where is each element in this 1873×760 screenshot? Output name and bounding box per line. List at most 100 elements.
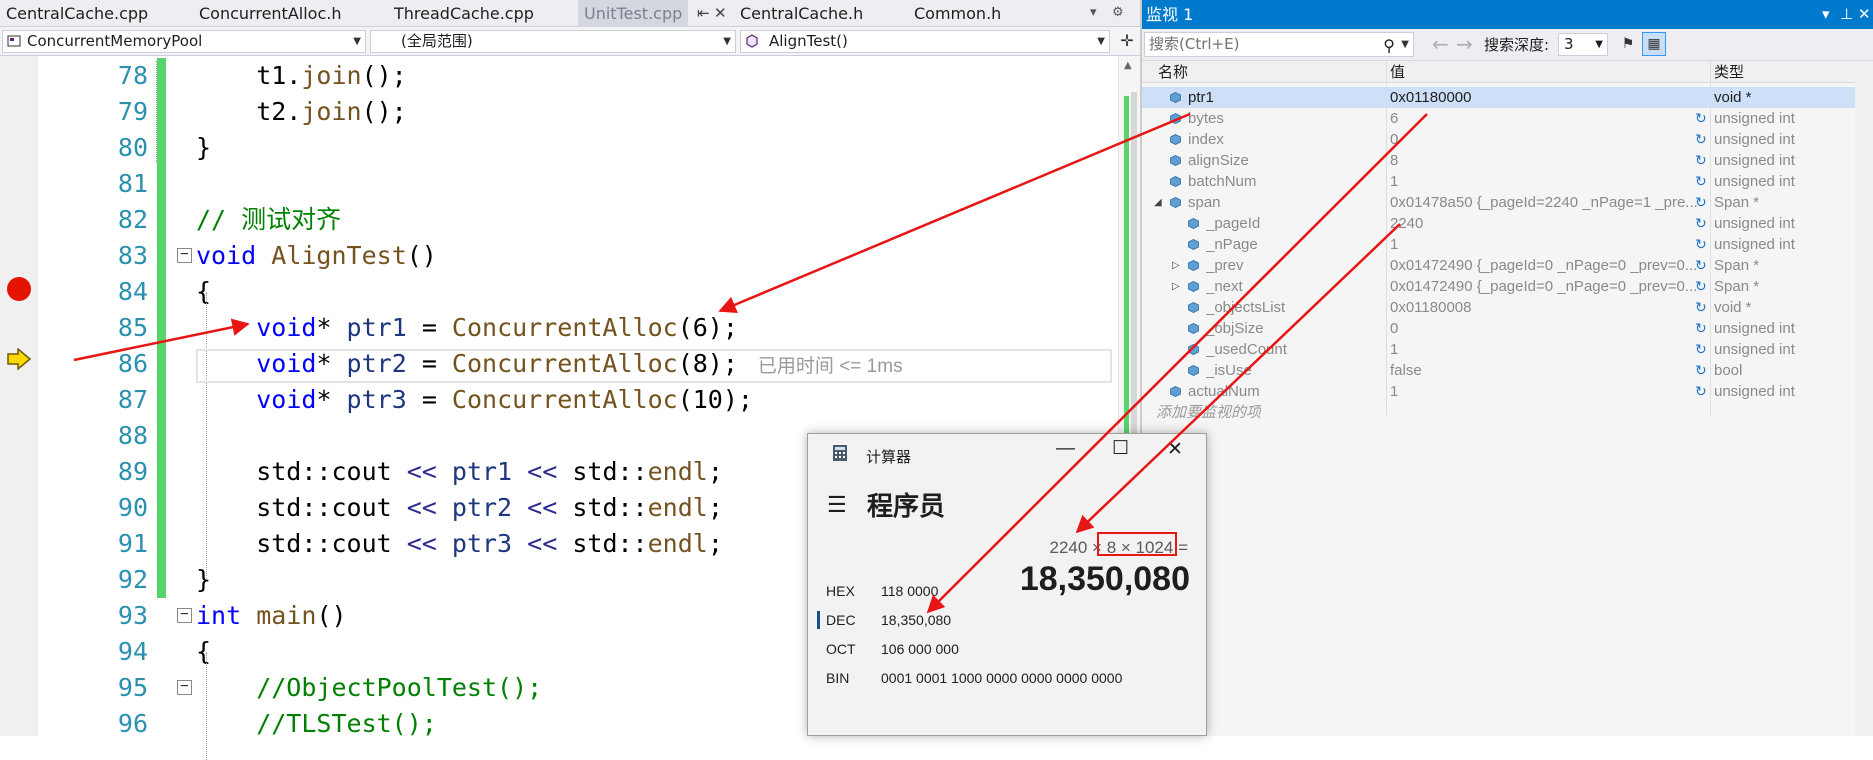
breakpoint-icon[interactable] (6, 276, 32, 302)
watch-row[interactable]: actualNum 1 ↻ unsigned int (1142, 381, 1855, 402)
refresh-icon[interactable]: ↻ (1695, 213, 1707, 234)
tab-threadcache-cpp[interactable]: ThreadCache.cpp (394, 0, 534, 27)
refresh-icon[interactable]: ↻ (1695, 297, 1707, 318)
watch-row[interactable]: ptr1 0x01180000 void * (1142, 87, 1855, 108)
watch-row-value[interactable]: 2240 (1390, 213, 1712, 234)
collapse-toggle-icon[interactable]: − (177, 247, 192, 263)
watch-row[interactable]: batchNum 1 ↻ unsigned int (1142, 171, 1855, 192)
window-menu-icon[interactable]: ▾ (1822, 0, 1830, 29)
watch-row-value[interactable]: 6 (1390, 108, 1712, 129)
pin-icon[interactable]: ⊥ (1840, 0, 1853, 29)
collapse-toggle-icon[interactable]: − (177, 607, 192, 623)
watch-row-value[interactable]: 0x01180008 (1390, 297, 1712, 318)
split-window-icon[interactable]: ✛ (1116, 30, 1138, 53)
refresh-icon[interactable]: ↻ (1695, 360, 1707, 381)
chevron-down-icon[interactable]: ▼ (1401, 33, 1409, 56)
code-line[interactable]: 78 t1.join(); (38, 58, 1118, 94)
breakpoint-gutter[interactable] (0, 56, 38, 736)
refresh-icon[interactable]: ↻ (1695, 192, 1707, 213)
close-tab-icon[interactable]: ✕ (714, 0, 727, 27)
code-line[interactable]: 82 // 测试对齐 (38, 202, 1118, 238)
watch-row[interactable]: _objSize 0 ↻ unsigned int (1142, 318, 1855, 339)
scroll-up-icon[interactable]: ▲ (1124, 60, 1132, 71)
code-line[interactable]: 85 void* ptr1 = ConcurrentAlloc(6); (38, 310, 1118, 346)
refresh-icon[interactable]: ↻ (1695, 108, 1707, 129)
watch-row[interactable]: ◢ span 0x01478a50 {_pageId=2240 _nPage=1 _… (1142, 192, 1855, 213)
project-dropdown[interactable]: ConcurrentMemoryPool ▼ (2, 30, 366, 53)
scroll-thumb[interactable] (1131, 92, 1137, 472)
watch-row[interactable]: ▷ _prev 0x01472490 {_pageId=0 _nPage=0 _pr… (1142, 255, 1855, 276)
hamburger-menu-icon[interactable]: ☰ (827, 492, 847, 518)
search-depth-dropdown[interactable]: 3 ▼ (1558, 33, 1608, 56)
search-next-icon[interactable]: → (1456, 32, 1473, 56)
watch-row-value[interactable]: 0 (1390, 318, 1712, 339)
refresh-icon[interactable]: ↻ (1695, 276, 1707, 297)
minimize-icon[interactable]: — (1056, 438, 1075, 460)
watch-row-value[interactable]: 1 (1390, 339, 1712, 360)
watch-row-value[interactable]: 0 (1390, 129, 1712, 150)
radix-row-bin[interactable]: BIN 0001 0001 1000 0000 0000 0000 0000 (826, 666, 1196, 690)
watch-row-value[interactable]: false (1390, 360, 1712, 381)
code-line[interactable]: 81 (38, 166, 1118, 202)
pin-source-icon[interactable]: ⚑ (1616, 32, 1640, 56)
watch-row-value[interactable]: 1 (1390, 381, 1712, 402)
watch-row-value[interactable]: 0x01472490 {_pageId=0 _nPage=0 _prev=0..… (1390, 276, 1712, 297)
collapse-toggle-icon[interactable]: − (177, 679, 192, 695)
watch-row[interactable]: bytes 6 ↻ unsigned int (1142, 108, 1855, 129)
watch-row-value[interactable]: 0x01180000 (1390, 87, 1712, 108)
member-dropdown[interactable]: AlignTest() ▼ (740, 30, 1110, 53)
tab-unittest-cpp[interactable]: UnitTest.cpp (578, 0, 689, 27)
refresh-icon[interactable]: ↻ (1695, 150, 1707, 171)
view-in-table-icon[interactable]: ▦ (1642, 32, 1666, 56)
column-type-header[interactable]: 类型 (1714, 61, 1744, 83)
watch-row[interactable]: _objectsList 0x01180008 ↻ void * (1142, 297, 1855, 318)
collapse-arrow-icon[interactable]: ◢ (1154, 192, 1162, 213)
watch-row[interactable]: index 0 ↻ unsigned int (1142, 129, 1855, 150)
code-line[interactable]: 80} (38, 130, 1118, 166)
refresh-icon[interactable]: ↻ (1695, 381, 1707, 402)
tab-centralcache-cpp[interactable]: CentralCache.cpp (6, 0, 148, 27)
maximize-icon[interactable]: ☐ (1112, 437, 1129, 460)
watch-row[interactable]: _pageId 2240 ↻ unsigned int (1142, 213, 1855, 234)
watch-row-value[interactable]: 1 (1390, 171, 1712, 192)
refresh-icon[interactable]: ↻ (1695, 255, 1707, 276)
radix-row-oct[interactable]: OCT 106 000 000 (826, 637, 1196, 661)
expand-arrow-icon[interactable]: ▷ (1172, 255, 1180, 276)
watch-row[interactable]: alignSize 8 ↻ unsigned int (1142, 150, 1855, 171)
refresh-icon[interactable]: ↻ (1695, 339, 1707, 360)
watch-row-value[interactable]: 1 (1390, 234, 1712, 255)
add-watch-item[interactable]: 添加要监视的项 (1142, 402, 1855, 423)
watch-row-value[interactable]: 0x01472490 {_pageId=0 _nPage=0 _prev=0..… (1390, 255, 1712, 276)
tab-common-h[interactable]: Common.h (914, 0, 1001, 27)
settings-gear-icon[interactable]: ⚙ (1112, 0, 1124, 27)
refresh-icon[interactable]: ↻ (1695, 318, 1707, 339)
radix-row-dec[interactable]: DEC 18,350,080 (817, 608, 1196, 632)
radix-row-hex[interactable]: HEX 118 0000 (826, 579, 1196, 603)
expand-arrow-icon[interactable]: ▷ (1172, 276, 1180, 297)
code-line[interactable]: 83 void AlignTest() (38, 238, 1118, 274)
scope-dropdown[interactable]: (全局范围) ▼ (370, 30, 736, 53)
watch-row[interactable]: _isUse false ↻ bool (1142, 360, 1855, 381)
watch-row-value[interactable]: 0x01478a50 {_pageId=2240 _nPage=1 _pre..… (1390, 192, 1712, 213)
watch-row[interactable]: ▷ _next 0x01472490 {_pageId=0 _nPage=0 _pr… (1142, 276, 1855, 297)
refresh-icon[interactable]: ↻ (1695, 129, 1707, 150)
search-icon[interactable]: ⚲ (1383, 34, 1395, 57)
code-line[interactable]: 87 void* ptr3 = ConcurrentAlloc(10); (38, 382, 1118, 418)
watch-row[interactable]: _nPage 1 ↻ unsigned int (1142, 234, 1855, 255)
column-value-header[interactable]: 值 (1390, 61, 1405, 83)
tab-centralcache-h[interactable]: CentralCache.h (740, 0, 863, 27)
watch-row[interactable]: _usedCount 1 ↻ unsigned int (1142, 339, 1855, 360)
watch-row-value[interactable]: 8 (1390, 150, 1712, 171)
refresh-icon[interactable]: ↻ (1695, 171, 1707, 192)
column-name-header[interactable]: 名称 (1158, 61, 1188, 83)
search-previous-icon[interactable]: ← (1432, 32, 1449, 56)
refresh-icon[interactable]: ↻ (1695, 234, 1707, 255)
code-line[interactable]: 84 { (38, 274, 1118, 310)
close-icon[interactable]: ✕ (1167, 438, 1183, 461)
watch-search-input[interactable]: 搜索(Ctrl+E) ⚲ ▼ (1144, 32, 1414, 57)
watch-vertical-scrollbar[interactable] (1855, 61, 1873, 736)
tab-list-dropdown-icon[interactable]: ▾ (1090, 0, 1097, 27)
close-icon[interactable]: ✕ (1858, 0, 1871, 29)
tab-concurrentalloc-h[interactable]: ConcurrentAlloc.h (199, 0, 341, 27)
code-line[interactable]: 79 t2.join(); (38, 94, 1118, 130)
